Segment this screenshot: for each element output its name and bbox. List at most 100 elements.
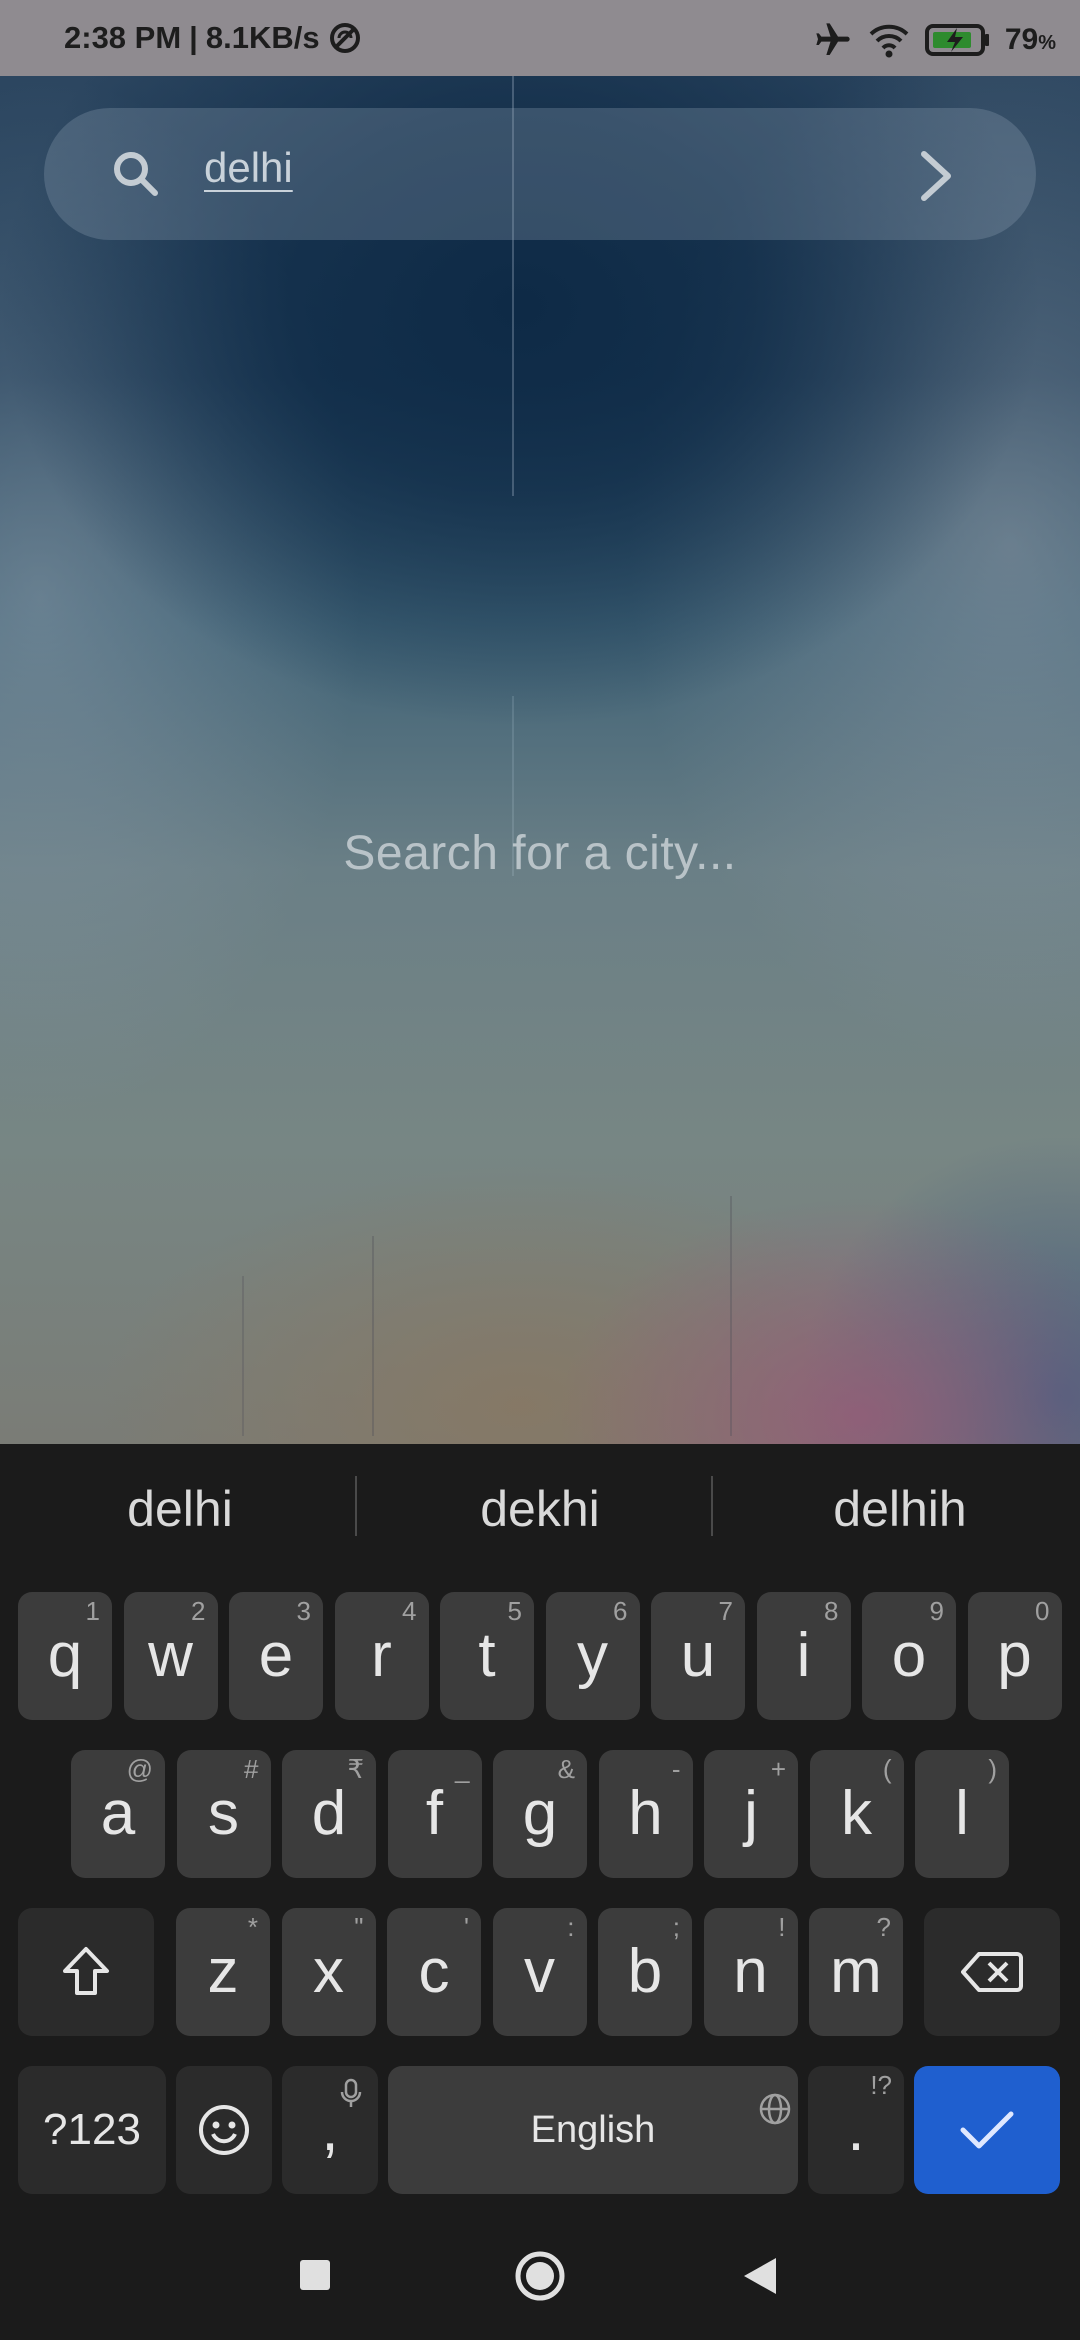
key-s[interactable]: s # xyxy=(176,1750,271,1878)
status-separator: | xyxy=(189,20,198,55)
key-u[interactable]: u7 xyxy=(651,1592,745,1720)
back-icon[interactable] xyxy=(742,2256,778,2296)
key-g[interactable]: g & xyxy=(493,1750,587,1878)
space-key[interactable]: English xyxy=(388,2066,798,2194)
symbols-key-label: ?123 xyxy=(43,2105,141,2154)
key-hint: 7 xyxy=(718,1596,733,1626)
key-f[interactable]: f _ xyxy=(387,1750,482,1878)
key-label: e xyxy=(258,1621,294,1690)
period-key-label: . xyxy=(847,2095,865,2164)
battery-percent: 79% xyxy=(1004,23,1056,56)
comma-key[interactable]: , xyxy=(282,2066,378,2194)
space-key-label: English xyxy=(530,2109,656,2151)
do-not-disturb-icon xyxy=(328,21,362,55)
key-label: l xyxy=(955,1779,969,1848)
key-label: t xyxy=(478,1621,496,1690)
chevron-right-icon[interactable] xyxy=(910,148,962,204)
key-a[interactable]: a @ xyxy=(71,1750,165,1878)
key-e[interactable]: e3 xyxy=(229,1592,323,1720)
key-y[interactable]: y6 xyxy=(545,1592,640,1720)
key-label: q xyxy=(47,1621,83,1690)
key-label: y xyxy=(577,1621,608,1690)
key-hint: 8 xyxy=(824,1596,839,1626)
key-p[interactable]: p0 xyxy=(967,1592,1062,1720)
shift-key[interactable] xyxy=(18,1908,154,2036)
clock: 2:38 PM xyxy=(64,20,182,55)
key-label: s xyxy=(208,1779,239,1848)
key-t[interactable]: t5 xyxy=(440,1592,534,1720)
key-label: i xyxy=(796,1621,811,1690)
key-hint: 9 xyxy=(929,1596,944,1626)
key-label: h xyxy=(628,1779,663,1848)
key-label: f xyxy=(425,1779,444,1848)
key-z[interactable]: z * xyxy=(176,1908,270,2036)
key-h[interactable]: h- xyxy=(598,1750,693,1878)
period-key-hint: !? xyxy=(870,2070,892,2100)
key-label: z xyxy=(207,1937,239,2006)
symbols-key[interactable]: ?123 xyxy=(18,2066,166,2194)
key-label: j xyxy=(744,1779,758,1848)
city-search-bar[interactable]: delhi xyxy=(44,108,1036,240)
key-hint: # xyxy=(244,1754,259,1784)
key-label: a xyxy=(100,1779,136,1848)
recents-icon[interactable] xyxy=(298,2258,332,2292)
key-b[interactable]: b; xyxy=(598,1908,692,2036)
soft-keyboard: delhi dekhi delhih q1w2e3r4t5y6u7i8o9p0a… xyxy=(0,1444,1080,2232)
enter-key[interactable] xyxy=(914,2066,1060,2194)
key-hint: 2 xyxy=(191,1596,206,1626)
suggestion-item[interactable]: dekhi xyxy=(360,1444,720,1574)
key-hint: + xyxy=(770,1754,786,1784)
search-icon xyxy=(114,152,158,196)
key-hint: : xyxy=(567,1912,575,1942)
key-hint: 5 xyxy=(507,1596,522,1626)
key-w[interactable]: w2 xyxy=(123,1592,218,1720)
key-hint: ) xyxy=(988,1754,997,1784)
key-label: o xyxy=(891,1621,927,1690)
suggestion-item[interactable]: delhi xyxy=(0,1444,360,1574)
suggestion-item[interactable]: delhih xyxy=(720,1444,1080,1574)
key-label: x xyxy=(313,1937,344,2006)
key-hint: _ xyxy=(455,1754,470,1784)
key-label: v xyxy=(524,1937,555,2006)
key-q[interactable]: q1 xyxy=(18,1592,112,1720)
key-n[interactable]: n! xyxy=(703,1908,798,2036)
key-l[interactable]: l) xyxy=(915,1750,1009,1878)
key-hint: @ xyxy=(126,1754,153,1784)
battery-charging-icon xyxy=(924,23,991,57)
key-j[interactable]: j + xyxy=(704,1750,798,1878)
background-streak xyxy=(242,1276,244,1436)
weather-background xyxy=(0,76,1080,1444)
key-label: n xyxy=(733,1937,768,2006)
microphone-icon xyxy=(340,2078,362,2108)
globe-icon xyxy=(759,2093,791,2125)
key-hint: ; xyxy=(672,1912,680,1942)
emoji-key[interactable] xyxy=(176,2066,272,2194)
city-search-input[interactable]: delhi xyxy=(204,138,293,198)
key-label: w xyxy=(148,1621,193,1690)
key-hint: ! xyxy=(778,1912,786,1942)
comma-key-label: , xyxy=(321,2095,339,2164)
key-i[interactable]: i8 xyxy=(756,1592,851,1720)
key-r[interactable]: r4 xyxy=(334,1592,429,1720)
key-d[interactable]: d ₹ xyxy=(282,1750,376,1878)
key-k[interactable]: k( xyxy=(809,1750,904,1878)
key-label: c xyxy=(418,1937,450,2006)
checkmark-icon xyxy=(960,2111,1014,2149)
key-hint: " xyxy=(354,1912,364,1942)
key-o[interactable]: o9 xyxy=(862,1592,956,1720)
home-icon[interactable] xyxy=(514,2250,566,2302)
empty-state-message: Search for a city... xyxy=(343,827,737,880)
suggestion-divider xyxy=(711,1476,713,1536)
key-label: m xyxy=(830,1937,882,2006)
key-c[interactable]: c ' xyxy=(387,1908,481,2036)
backspace-key[interactable] xyxy=(924,1908,1060,2036)
background-streak xyxy=(372,1236,374,1436)
key-m[interactable]: m? xyxy=(809,1908,903,2036)
network-speed: 8.1KB/s xyxy=(205,20,320,55)
shift-icon xyxy=(63,1947,109,1995)
backspace-icon xyxy=(961,1952,1023,1992)
period-key[interactable]: . !? xyxy=(808,2066,904,2194)
key-hint: 0 xyxy=(1035,1596,1050,1626)
key-v[interactable]: v: xyxy=(492,1908,587,2036)
key-x[interactable]: x " xyxy=(281,1908,376,2036)
